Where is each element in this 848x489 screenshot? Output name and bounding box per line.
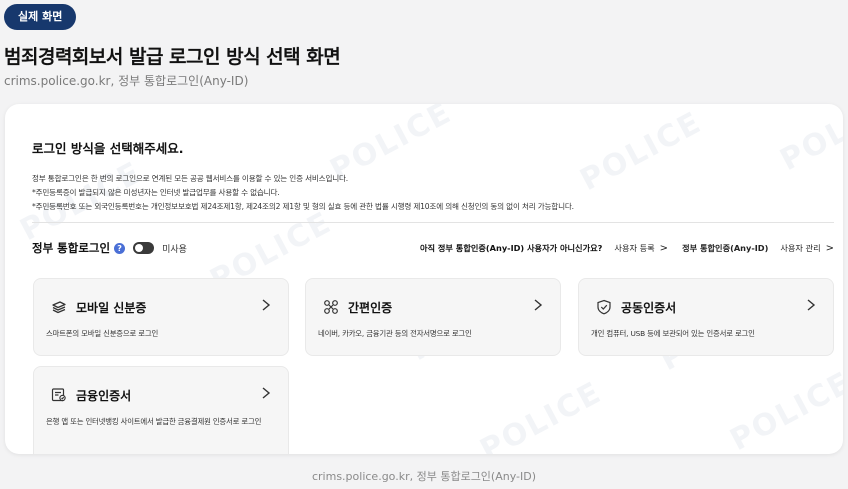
chevron-right-icon [262, 299, 271, 311]
anyid-links: 아직 정부 통합인증(Any-ID) 사용자가 아니신가요? 사용자 등록 > … [420, 242, 834, 254]
chevron-right-icon [534, 299, 543, 311]
finance-cert-icon [51, 388, 66, 402]
option-joint-cert[interactable]: 공동인증서 개인 컴퓨터, USB 등에 보관되어 있는 인증서로 로그인 [578, 278, 834, 356]
register-link[interactable]: 사용자 등록 > [614, 242, 668, 254]
anyid-toggle[interactable] [133, 242, 155, 254]
anyid-link[interactable]: 정부 통합인증(Any-ID) [682, 242, 768, 254]
option-title: 모바일 신분증 [76, 301, 147, 315]
page-subtitle: crims.police.go.kr, 정부 통합로그인(Any-ID) [4, 74, 249, 88]
chevron-right-icon: > [659, 242, 669, 254]
notice-line: *주민등록번호 또는 외국인등록번호는 개인정보보호법 제24조제1항, 제24… [32, 202, 574, 211]
notice-line: *주민등록증이 발급되지 않은 미성년자는 인터넷 발급업무를 사용할 수 없습… [32, 188, 280, 197]
login-card: POLICE POLICE POLICE POLICE POLICE POLIC… [5, 104, 843, 454]
option-finance-cert[interactable]: 금융인증서 은행 앱 또는 인터넷뱅킹 사이트에서 발급한 금융결제원 인증서로… [33, 366, 289, 454]
option-desc: 개인 컴퓨터, USB 등에 보관되어 있는 인증서로 로그인 [591, 329, 755, 338]
help-icon[interactable]: ? [114, 242, 126, 254]
option-title: 간편인증 [348, 301, 393, 315]
option-desc: 은행 앱 또는 인터넷뱅킹 사이트에서 발급한 금융결제원 인증서로 로그인 [46, 417, 262, 426]
chevron-right-icon: > [825, 242, 834, 254]
page-footer: crims.police.go.kr, 정부 통합로그인(Any-ID) [311, 470, 537, 483]
screen-badge: 실제 화면 [4, 4, 77, 30]
option-title: 금융인증서 [76, 389, 132, 403]
manage-link[interactable]: 사용자 관리 > [780, 242, 834, 254]
watermark: POLICE [774, 104, 843, 179]
toggle-label: 미사용 [162, 244, 187, 255]
divider [32, 222, 834, 223]
register-link-label: 사용자 등록 [614, 243, 655, 253]
anyid-question: 아직 정부 통합인증(Any-ID) 사용자가 아니신가요? [419, 243, 603, 253]
anyid-row: 정부 통합로그인 ? 미사용 아직 정부 통합인증(Any-ID) 사용자가 아… [32, 239, 834, 257]
option-mobile-id[interactable]: 모바일 신분증 스마트폰의 모바일 신분증으로 로그인 [33, 278, 289, 356]
option-desc: 스마트폰의 모바일 신분증으로 로그인 [46, 329, 159, 338]
option-simple-auth[interactable]: 간편인증 네이버, 카카오, 금융기관 등의 전자서명으로 로그인 [305, 278, 561, 356]
shield-check-icon [597, 299, 611, 315]
watermark: POLICE [574, 104, 708, 199]
simple-auth-icon [324, 300, 338, 314]
watermark: POLICE [724, 364, 843, 454]
login-notice: 정부 통합로그인은 한 번의 로그인으로 연계된 모든 공공 웹서비스를 이용할… [32, 172, 574, 214]
notice-line: 정부 통합로그인은 한 번의 로그인으로 연계된 모든 공공 웹서비스를 이용할… [32, 174, 349, 183]
anyid-label: 정부 통합로그인 [32, 241, 111, 255]
watermark: POLICE [474, 374, 608, 454]
option-title: 공동인증서 [621, 301, 677, 315]
mobile-id-icon [52, 301, 66, 314]
chevron-right-icon [262, 387, 271, 399]
page-title: 범죄경력회보서 발급 로그인 방식 선택 화면 [4, 46, 341, 68]
login-heading: 로그인 방식을 선택해주세요. [32, 141, 184, 156]
chevron-right-icon [807, 299, 816, 311]
manage-link-label: 사용자 관리 [780, 243, 821, 253]
option-desc: 네이버, 카카오, 금융기관 등의 전자서명으로 로그인 [318, 329, 472, 338]
